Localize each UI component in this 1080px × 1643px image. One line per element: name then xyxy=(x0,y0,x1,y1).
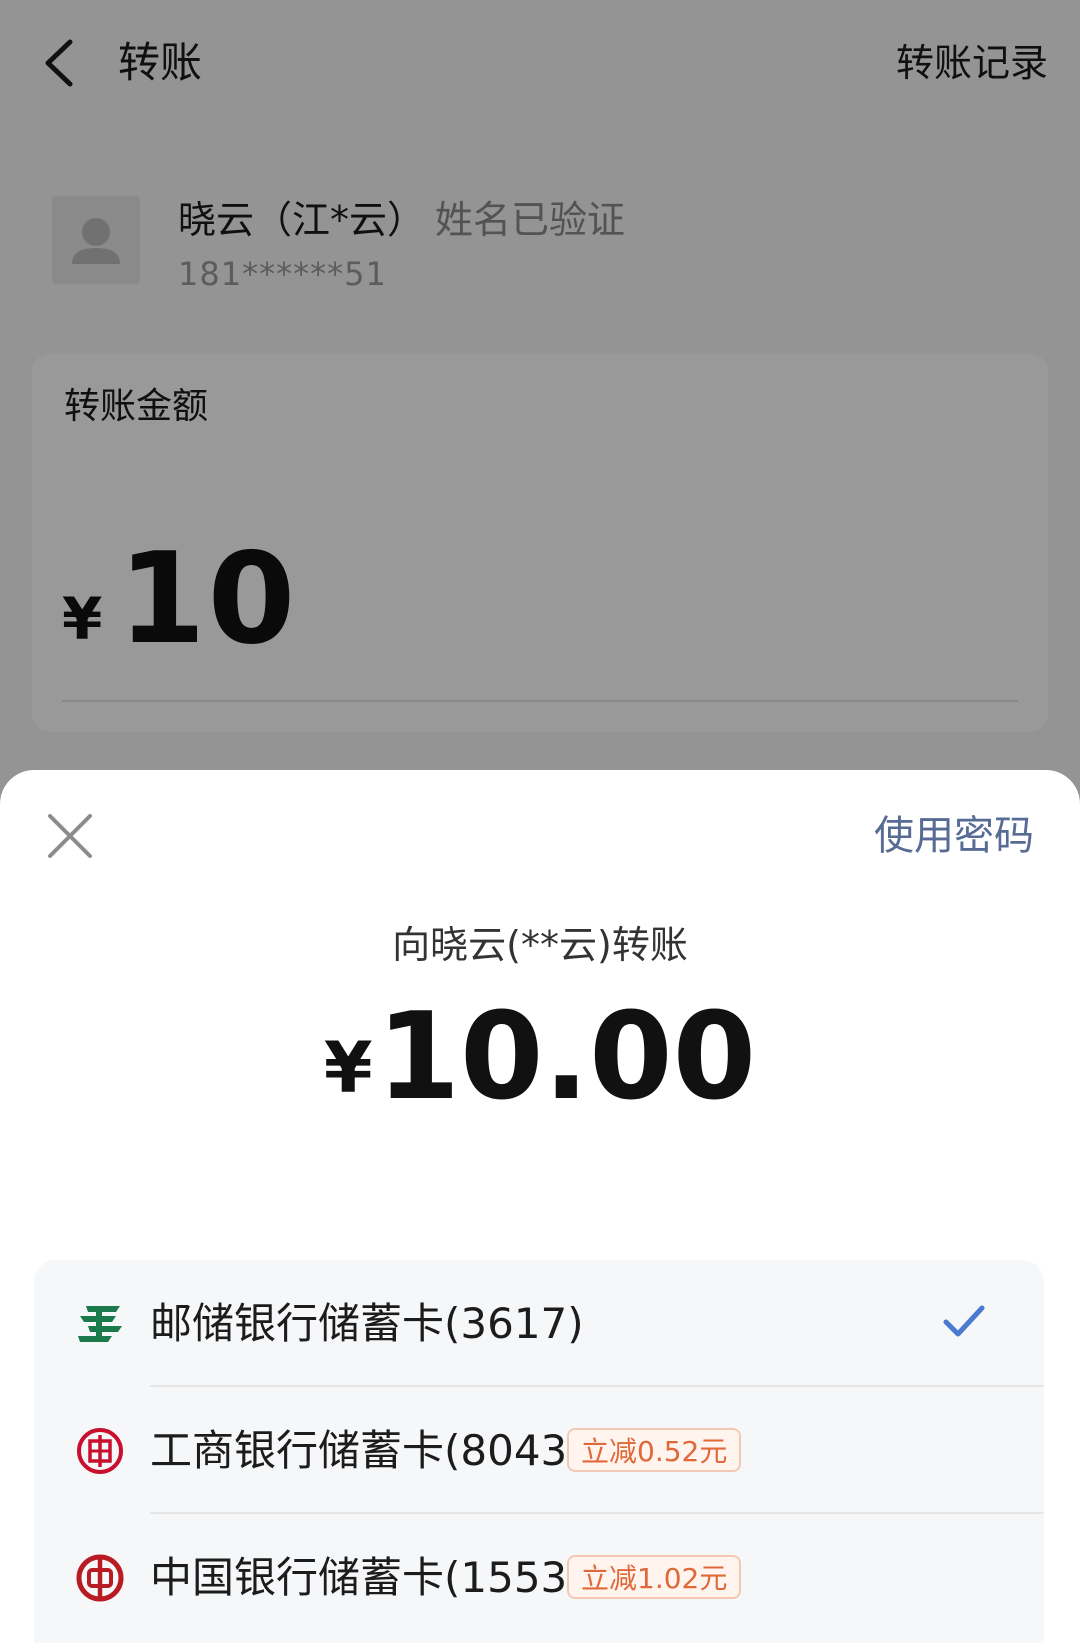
card-label: 工商银行储蓄卡(8043) xyxy=(150,1426,584,1475)
card-label: 中国银行储蓄卡(1553) xyxy=(150,1553,584,1602)
card-option-icbc[interactable]: 工商银行储蓄卡(8043) 立减0.52元 xyxy=(34,1387,1044,1514)
card-option-boc[interactable]: 中国银行储蓄卡(1553) 立减1.02元 xyxy=(34,1514,1044,1641)
payment-sheet: 使用密码 向晓云(**云)转账 ¥10.00 邮储银行储蓄卡(3617) 工商银… xyxy=(0,770,1080,1643)
payment-card-list: 邮储银行储蓄卡(3617) 工商银行储蓄卡(8043) 立减0.52元 中国银行… xyxy=(34,1260,1044,1643)
selected-check-icon xyxy=(943,1305,985,1337)
discount-badge: 立减1.02元 xyxy=(567,1555,742,1599)
discount-badge: 立减0.52元 xyxy=(567,1428,742,1472)
pay-amount: ¥10.00 xyxy=(0,988,1080,1128)
bank-of-china-icon xyxy=(76,1554,124,1602)
pay-to-label: 向晓云(**云)转账 xyxy=(392,923,688,967)
use-password-button[interactable]: 使用密码 xyxy=(874,810,1034,862)
pay-currency-symbol: ¥ xyxy=(323,1027,373,1109)
pay-amount-value: 10.00 xyxy=(376,988,757,1127)
card-label: 邮储银行储蓄卡(3617) xyxy=(150,1299,584,1348)
icbc-icon xyxy=(77,1428,123,1474)
postal-savings-bank-icon xyxy=(78,1306,122,1342)
close-icon[interactable] xyxy=(46,812,94,860)
card-option-postal[interactable]: 邮储银行储蓄卡(3617) xyxy=(34,1260,1044,1387)
